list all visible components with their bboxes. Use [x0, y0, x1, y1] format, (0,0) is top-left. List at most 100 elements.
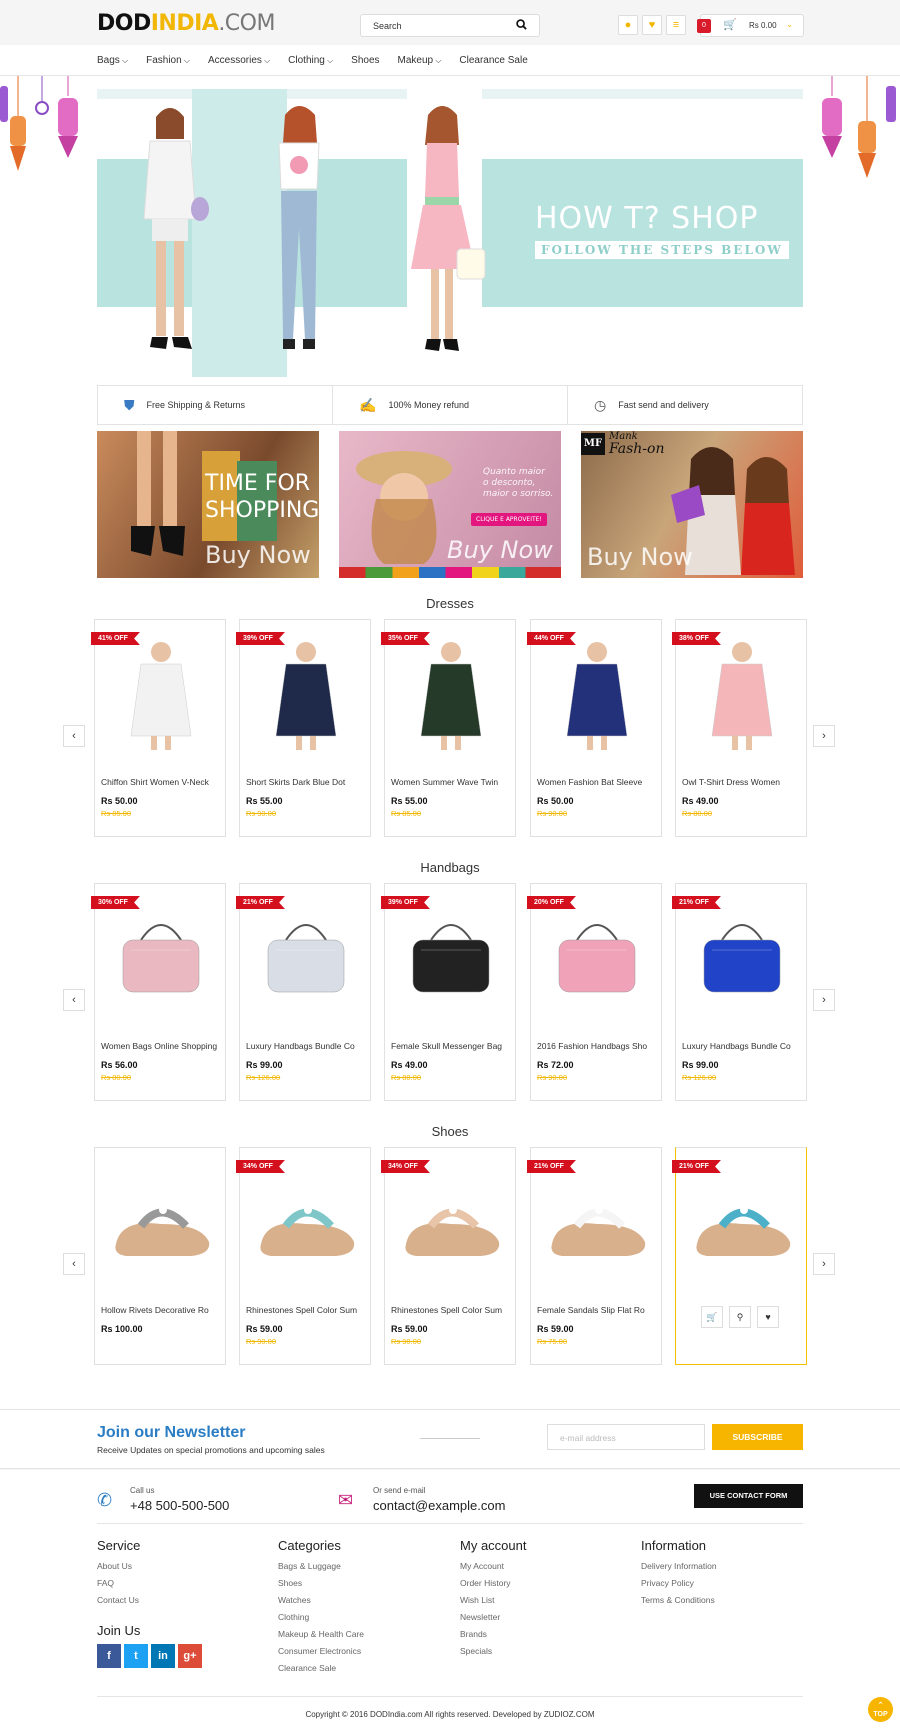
- footer-link[interactable]: Shoes: [278, 1575, 364, 1592]
- twitter-icon[interactable]: t: [124, 1644, 148, 1668]
- nav-item-clearance-sale[interactable]: Clearance Sale: [459, 55, 527, 66]
- product-name[interactable]: Chiffon Shirt Women V-Neck: [101, 777, 221, 787]
- buy-now-link[interactable]: Buy Now: [587, 543, 693, 571]
- product-card[interactable]: 39% OFF Female Skull Messenger Bag Rs 49.0…: [381, 883, 516, 1101]
- footer-link[interactable]: My Account: [460, 1558, 526, 1575]
- product-name[interactable]: Women Fashion Bat Sleeve: [537, 777, 657, 787]
- product-image-wrap[interactable]: [246, 900, 366, 1016]
- promo-banner-shopping[interactable]: TIME FOR SHOPPING Buy Now: [97, 431, 319, 578]
- facebook-icon[interactable]: f: [97, 1644, 121, 1668]
- promo-banner-mank-fashion[interactable]: MF Mank Fash-on Buy Now: [581, 431, 803, 578]
- footer-link[interactable]: Wish List: [460, 1592, 526, 1609]
- product-card[interactable]: 39% OFF Short Skirts Dark Blue Dot Rs 55.0…: [236, 619, 371, 837]
- newsletter-email-input[interactable]: e-mail address: [547, 1424, 705, 1450]
- product-name[interactable]: Luxury Handbags Bundle Co: [682, 1041, 802, 1051]
- buy-now-link[interactable]: Buy Now: [205, 541, 311, 569]
- product-image[interactable]: [246, 1164, 366, 1280]
- product-image[interactable]: [537, 636, 657, 752]
- nav-item-bags[interactable]: Bags ⌵: [97, 55, 128, 66]
- product-image-wrap[interactable]: [101, 900, 221, 1016]
- carousel-prev-button[interactable]: ‹: [63, 1253, 85, 1275]
- footer-link[interactable]: Makeup & Health Care: [278, 1626, 364, 1643]
- carousel-next-button[interactable]: ›: [813, 1253, 835, 1275]
- product-image-wrap[interactable]: [391, 900, 511, 1016]
- carousel-next-button[interactable]: ›: [813, 989, 835, 1011]
- product-name[interactable]: Female Sandals Slip Flat Ro: [537, 1305, 657, 1315]
- product-image[interactable]: [537, 1164, 657, 1280]
- product-image[interactable]: [682, 900, 802, 1016]
- product-card[interactable]: 30% OFF Women Bags Online Shopping Rs 56.0…: [91, 883, 226, 1101]
- nav-item-clothing[interactable]: Clothing ⌵: [288, 55, 333, 66]
- search-input[interactable]: Search: [360, 14, 540, 37]
- product-card[interactable]: 35% OFF Women Summer Wave Twin Rs 55.00 Rs …: [381, 619, 516, 837]
- contact-form-button[interactable]: USE CONTACT FORM: [694, 1484, 803, 1508]
- email-address[interactable]: contact@example.com: [373, 1498, 505, 1513]
- cart-button[interactable]: 0 🛒 Rs 0.00 ⌄: [697, 14, 804, 37]
- carousel-prev-button[interactable]: ‹: [63, 725, 85, 747]
- subscribe-button[interactable]: SUBSCRIBE: [712, 1424, 803, 1450]
- add-to-wishlist-button[interactable]: ♥: [757, 1306, 779, 1328]
- product-image[interactable]: [391, 636, 511, 752]
- account-button[interactable]: ●: [618, 15, 638, 35]
- product-card[interactable]: 44% OFF Women Fashion Bat Sleeve Rs 50.00 R…: [527, 619, 662, 837]
- footer-link[interactable]: Brands: [460, 1626, 526, 1643]
- footer-link[interactable]: Delivery Information: [641, 1558, 717, 1575]
- product-card[interactable]: 20% OFF 2016 Fashion Handbags Sho Rs 72.00…: [527, 883, 662, 1101]
- footer-link[interactable]: FAQ: [97, 1575, 202, 1592]
- footer-link[interactable]: Privacy Policy: [641, 1575, 717, 1592]
- product-image[interactable]: [101, 1164, 221, 1280]
- product-card[interactable]: 34% OFF Rhinestones Spell Color Sum Rs 59.…: [381, 1147, 516, 1365]
- product-image-wrap[interactable]: [537, 636, 657, 752]
- product-card[interactable]: 21% OFF 🛒 ⚲ ♥: [672, 1147, 807, 1365]
- hero-banner[interactable]: HOW T? SHOP FOLLOW THE STEPS BELOW: [97, 89, 803, 377]
- product-image[interactable]: [682, 636, 802, 752]
- footer-link[interactable]: Clearance Sale: [278, 1660, 364, 1677]
- product-image-wrap[interactable]: [682, 636, 802, 752]
- product-name[interactable]: Rhinestones Spell Color Sum: [391, 1305, 511, 1315]
- product-image-wrap[interactable]: [101, 636, 221, 752]
- linkedin-icon[interactable]: in: [151, 1644, 175, 1668]
- product-image-wrap[interactable]: [246, 1164, 366, 1280]
- product-name[interactable]: Luxury Handbags Bundle Co: [246, 1041, 366, 1051]
- product-image[interactable]: [391, 1164, 511, 1280]
- product-name[interactable]: Rhinestones Spell Color Sum: [246, 1305, 366, 1315]
- promo-cta-tag[interactable]: CLIQUE E APROVEITE!: [471, 513, 547, 526]
- product-name[interactable]: Female Skull Messenger Bag: [391, 1041, 511, 1051]
- footer-link[interactable]: Specials: [460, 1643, 526, 1660]
- product-image[interactable]: [246, 636, 366, 752]
- logo[interactable]: DODINDIA.COM: [97, 11, 275, 36]
- product-card[interactable]: 34% OFF Rhinestones Spell Color Sum Rs 59.…: [236, 1147, 371, 1365]
- product-image-wrap[interactable]: [101, 1164, 221, 1280]
- footer-link[interactable]: Clothing: [278, 1609, 364, 1626]
- footer-link[interactable]: About Us: [97, 1558, 202, 1575]
- product-name[interactable]: 2016 Fashion Handbags Sho: [537, 1041, 657, 1051]
- product-card[interactable]: 38% OFF Owl T-Shirt Dress Women Rs 49.00 Rs…: [672, 619, 807, 837]
- footer-link[interactable]: Consumer Electronics: [278, 1643, 364, 1660]
- product-image-wrap[interactable]: [537, 1164, 657, 1280]
- footer-link[interactable]: Order History: [460, 1575, 526, 1592]
- product-image[interactable]: [537, 900, 657, 1016]
- footer-link[interactable]: Watches: [278, 1592, 364, 1609]
- product-card[interactable]: 21% OFF Luxury Handbags Bundle Co Rs 99.00…: [672, 883, 807, 1101]
- product-image-wrap[interactable]: [391, 1164, 511, 1280]
- carousel-prev-button[interactable]: ‹: [63, 989, 85, 1011]
- quick-view-button[interactable]: ⚲: [729, 1306, 751, 1328]
- product-image[interactable]: [682, 1164, 802, 1280]
- product-card[interactable]: Hollow Rivets Decorative Ro Rs 100.00: [94, 1147, 226, 1365]
- product-card[interactable]: 21% OFF Luxury Handbags Bundle Co Rs 99.00…: [236, 883, 371, 1101]
- product-card[interactable]: 21% OFF Female Sandals Slip Flat Ro Rs 59.…: [527, 1147, 662, 1365]
- footer-link[interactable]: Newsletter: [460, 1609, 526, 1626]
- product-name[interactable]: Women Summer Wave Twin: [391, 777, 511, 787]
- footer-link[interactable]: Bags & Luggage: [278, 1558, 364, 1575]
- nav-item-accessories[interactable]: Accessories ⌵: [208, 55, 270, 66]
- add-to-cart-button[interactable]: 🛒: [701, 1306, 723, 1328]
- wishlist-button[interactable]: ♥: [642, 15, 662, 35]
- promo-banner-discount[interactable]: Quanto maior o desconto, maior o sorriso…: [339, 431, 561, 578]
- carousel-next-button[interactable]: ›: [813, 725, 835, 747]
- product-name[interactable]: Hollow Rivets Decorative Ro: [101, 1305, 221, 1315]
- product-image[interactable]: [246, 900, 366, 1016]
- phone-number[interactable]: +48 500-500-500: [130, 1498, 229, 1513]
- nav-item-shoes[interactable]: Shoes: [351, 55, 379, 66]
- product-card[interactable]: 41% OFF Chiffon Shirt Women V-Neck Rs 50.0…: [91, 619, 226, 837]
- compare-button[interactable]: ≡: [666, 15, 686, 35]
